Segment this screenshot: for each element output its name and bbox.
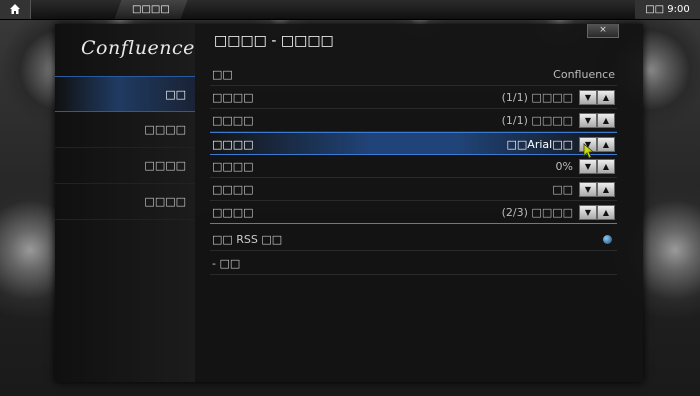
setting-value: (1/1) □□□□ — [501, 91, 573, 104]
setting-label: □□ RSS □□ — [212, 233, 283, 246]
setting-value: Confluence — [553, 68, 615, 81]
setting-row-3[interactable]: □□□□ (1/1) □□□□ ▼ ▲ — [210, 109, 617, 132]
spin-up-button[interactable]: ▲ — [597, 137, 615, 152]
top-bar: □□□□ □□ 9:00 — [0, 0, 700, 20]
sidebar-item-3[interactable]: □□□□ — [55, 148, 195, 184]
dialog-title: □□□□ - □□□□ — [214, 33, 334, 49]
setting-row-5[interactable]: □□□□ 0% ▼ ▲ — [210, 155, 617, 178]
close-button[interactable]: × — [587, 24, 619, 38]
close-icon: × — [599, 25, 607, 35]
setting-row-font[interactable]: □□□□ □□Arial□□ ▼ ▲ — [210, 132, 617, 155]
confluence-logo: Confluence — [81, 37, 195, 59]
setting-label: □□□□ — [212, 114, 254, 127]
setting-row-6[interactable]: □□□□ □□ ▼ ▲ — [210, 178, 617, 201]
sidebar-item-4[interactable]: □□□□ — [55, 184, 195, 220]
spin-up-button[interactable]: ▲ — [597, 113, 615, 128]
sidebar-item-2[interactable]: □□□□ — [55, 112, 195, 148]
setting-row-rss[interactable]: □□ RSS □□ — [210, 228, 617, 251]
setting-label: □□□□ — [212, 91, 254, 104]
setting-label: - □□ — [212, 257, 241, 270]
spin-down-button[interactable]: ▼ — [579, 205, 597, 220]
settings-dialog: Confluence □□ □□□□ □□□□ □□□□ □□□□ - □□□□… — [55, 24, 643, 382]
spin-up-button[interactable]: ▲ — [597, 159, 615, 174]
spin-up-button[interactable]: ▲ — [597, 205, 615, 220]
setting-row-7[interactable]: □□□□ (2/3) □□□□ ▼ ▲ — [210, 201, 617, 224]
clock: □□ 9:00 — [635, 0, 700, 19]
spin-down-button[interactable]: ▼ — [579, 113, 597, 128]
setting-value: □□ — [552, 183, 573, 196]
spin-down-button[interactable]: ▼ — [579, 159, 597, 174]
setting-label: □□□□ — [212, 183, 254, 196]
setting-row-skin[interactable]: □□ Confluence — [210, 63, 617, 86]
setting-label: □□ — [212, 68, 233, 81]
setting-row-9[interactable]: - □□ — [210, 252, 617, 275]
spin-up-button[interactable]: ▲ — [597, 90, 615, 105]
setting-value: (2/3) □□□□ — [501, 206, 573, 219]
spin-up-button[interactable]: ▲ — [597, 182, 615, 197]
breadcrumb: □□□□ — [114, 0, 188, 19]
rss-toggle-radio[interactable] — [603, 235, 612, 244]
setting-label: □□□□ — [212, 138, 254, 151]
sidebar-item-1[interactable]: □□ — [55, 76, 195, 112]
spin-down-button[interactable]: ▼ — [579, 182, 597, 197]
home-button[interactable] — [0, 0, 31, 19]
setting-value: (1/1) □□□□ — [501, 114, 573, 127]
mouse-cursor-icon — [583, 143, 595, 159]
spin-down-button[interactable]: ▼ — [579, 90, 597, 105]
setting-value: □□Arial□□ — [506, 138, 573, 151]
setting-value: 0% — [555, 160, 573, 173]
home-icon — [10, 4, 20, 14]
setting-row-2[interactable]: □□□□ (1/1) □□□□ ▼ ▲ — [210, 86, 617, 109]
setting-label: □□□□ — [212, 206, 254, 219]
sidebar: Confluence □□ □□□□ □□□□ □□□□ — [55, 24, 195, 382]
breadcrumb-label: □□□□ — [132, 4, 170, 15]
setting-label: □□□□ — [212, 160, 254, 173]
